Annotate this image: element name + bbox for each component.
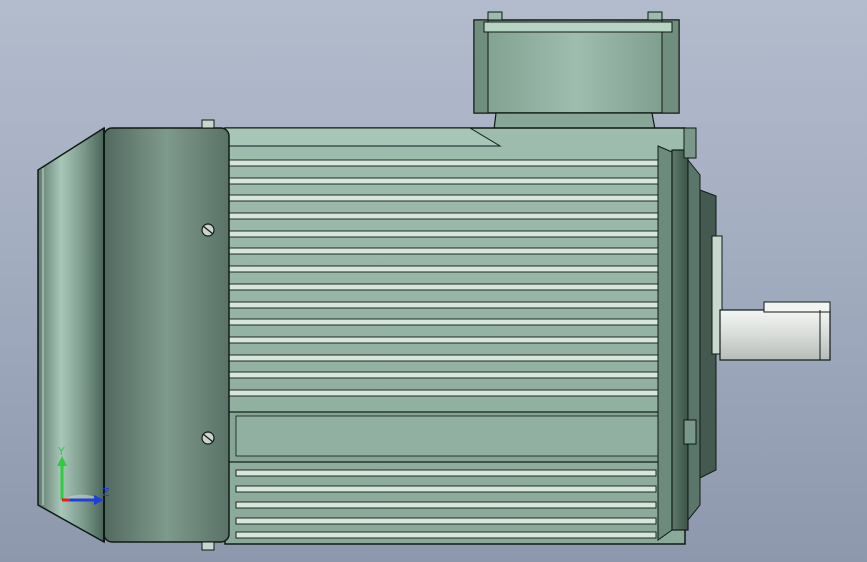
cad-viewport[interactable]: Y Z bbox=[0, 0, 867, 562]
cooling-fin bbox=[235, 469, 657, 477]
motor-drawing: Y Z bbox=[37, 11, 831, 551]
terminal-box bbox=[473, 11, 680, 147]
cooling-fin bbox=[224, 389, 662, 397]
cooling-fin bbox=[224, 159, 662, 167]
cooling-fin bbox=[224, 283, 662, 291]
cooling-fin bbox=[235, 501, 657, 509]
z-axis-label: Z bbox=[102, 486, 110, 499]
output-shaft bbox=[719, 301, 831, 361]
screw-icon bbox=[201, 223, 215, 237]
cooling-fin bbox=[235, 517, 657, 525]
fan-cover bbox=[37, 119, 230, 551]
y-axis-label: Y bbox=[57, 445, 65, 458]
cooling-fin bbox=[235, 531, 657, 539]
cooling-fin bbox=[224, 212, 662, 220]
cooling-fin bbox=[224, 318, 662, 326]
cooling-fin bbox=[224, 354, 662, 362]
cooling-fin bbox=[224, 336, 662, 344]
cooling-fin bbox=[224, 247, 662, 255]
screw-icon bbox=[201, 431, 215, 445]
cooling-fin bbox=[224, 371, 662, 379]
cooling-fin bbox=[224, 177, 662, 185]
drive-end-flange bbox=[657, 127, 723, 541]
cooling-fin bbox=[224, 301, 662, 309]
cooling-fin bbox=[224, 265, 662, 273]
motor-frame bbox=[224, 127, 686, 545]
cooling-fin bbox=[224, 194, 662, 202]
cooling-fin bbox=[224, 230, 662, 238]
cooling-fin bbox=[235, 485, 657, 493]
